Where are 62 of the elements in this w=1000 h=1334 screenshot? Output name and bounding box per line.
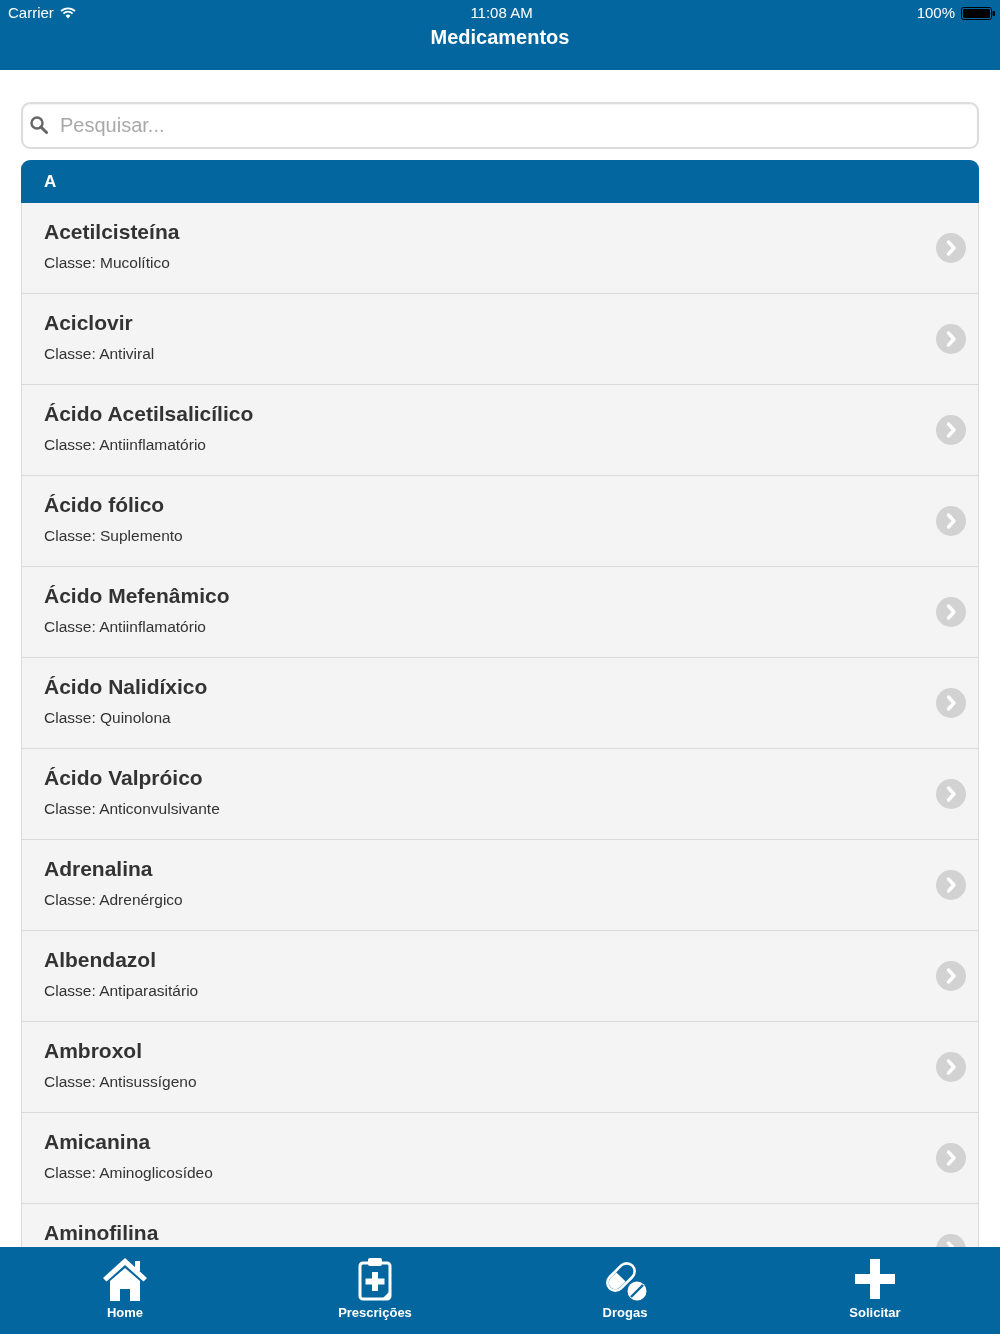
medication-class: Classe: Quinolona [44, 708, 171, 728]
medication-row[interactable]: Ácido Nalidíxico Classe: Quinolona [21, 658, 979, 749]
medication-class: Classe: Antisussígeno [44, 1072, 197, 1092]
medication-row[interactable]: Acetilcisteína Classe: Mucolítico [21, 203, 979, 294]
medication-row[interactable]: Ácido Mefenâmico Classe: Antiinflamatório [21, 567, 979, 658]
medication-name: Ácido Valpróico [44, 766, 203, 790]
wifi-icon [59, 7, 76, 19]
chevron-right-icon [936, 961, 966, 991]
section-header: A [21, 160, 979, 203]
medication-row[interactable]: Aminofilina [21, 1204, 979, 1247]
clipboard-plus-icon [358, 1257, 392, 1301]
medication-name: Ambroxol [44, 1039, 142, 1063]
medication-class: Classe: Antiinflamatório [44, 435, 206, 455]
battery-icon [961, 6, 995, 20]
status-time: 11:08 AM [470, 4, 533, 22]
medication-class: Classe: Mucolítico [44, 253, 170, 273]
chevron-right-icon [936, 1143, 966, 1173]
medication-row[interactable]: Aciclovir Classe: Antiviral [21, 294, 979, 385]
tab-button[interactable]: Home [98, 1247, 152, 1324]
medication-class: Classe: Aminoglicosídeo [44, 1163, 213, 1183]
chevron-right-icon [936, 506, 966, 536]
chevron-right-icon [936, 688, 966, 718]
tab-button[interactable]: Solicitar [845, 1247, 905, 1324]
medication-row[interactable]: Albendazol Classe: Antiparasitário [21, 931, 979, 1022]
medication-name: Albendazol [44, 948, 156, 972]
medication-name: Adrenalina [44, 857, 153, 881]
chevron-right-icon [936, 233, 966, 263]
chevron-right-icon [936, 597, 966, 627]
medication-name: Aminofilina [44, 1221, 159, 1245]
medication-row[interactable]: Adrenalina Classe: Adrenérgico [21, 840, 979, 931]
medication-row[interactable]: Amicanina Classe: Aminoglicosídeo [21, 1113, 979, 1204]
medication-row[interactable]: Ácido Valpróico Classe: Anticonvulsivante [21, 749, 979, 840]
battery-percent: 100% [916, 4, 955, 22]
house-icon [102, 1257, 148, 1301]
chevron-right-icon [936, 779, 966, 809]
chevron-right-icon [936, 870, 966, 900]
carrier-label: Carrier [8, 4, 54, 22]
medication-class: Classe: Suplemento [44, 526, 183, 546]
medication-class: Classe: Antiinflamatório [44, 617, 206, 637]
tab-button[interactable]: Prescrições [334, 1247, 416, 1324]
medication-name: Acetilcisteína [44, 220, 180, 244]
search-icon [30, 116, 48, 134]
medication-class: Classe: Adrenérgico [44, 890, 183, 910]
medication-class: Classe: Antiviral [44, 344, 155, 364]
tab-button[interactable]: Drogas [598, 1247, 652, 1324]
medication-row[interactable]: Ácido Acetilsalicílico Classe: Antiinflamatório [21, 385, 979, 476]
medication-class: Classe: Anticonvulsivante [44, 799, 220, 819]
chevron-right-icon [936, 415, 966, 445]
medication-name: Ácido Mefenâmico [44, 584, 230, 608]
medication-class: Classe: Antiparasitário [44, 981, 199, 1001]
medication-name: Ácido Nalidíxico [44, 675, 208, 699]
medication-row[interactable]: Ácido fólico Classe: Suplemento [21, 476, 979, 567]
screen-title: Medicamentos [430, 26, 570, 48]
chevron-right-icon [936, 1052, 966, 1082]
search-field[interactable]: Pesquisar... [21, 102, 979, 149]
medication-name: Aciclovir [44, 311, 133, 335]
medication-name: Ácido Acetilsalicílico [44, 402, 254, 426]
medication-name: Amicanina [44, 1130, 151, 1154]
plus-icon [855, 1257, 895, 1301]
medication-name: Ácido fólico [44, 493, 165, 517]
chevron-right-icon [936, 324, 966, 354]
medication-row[interactable]: Ambroxol Classe: Antisussígeno [21, 1022, 979, 1113]
